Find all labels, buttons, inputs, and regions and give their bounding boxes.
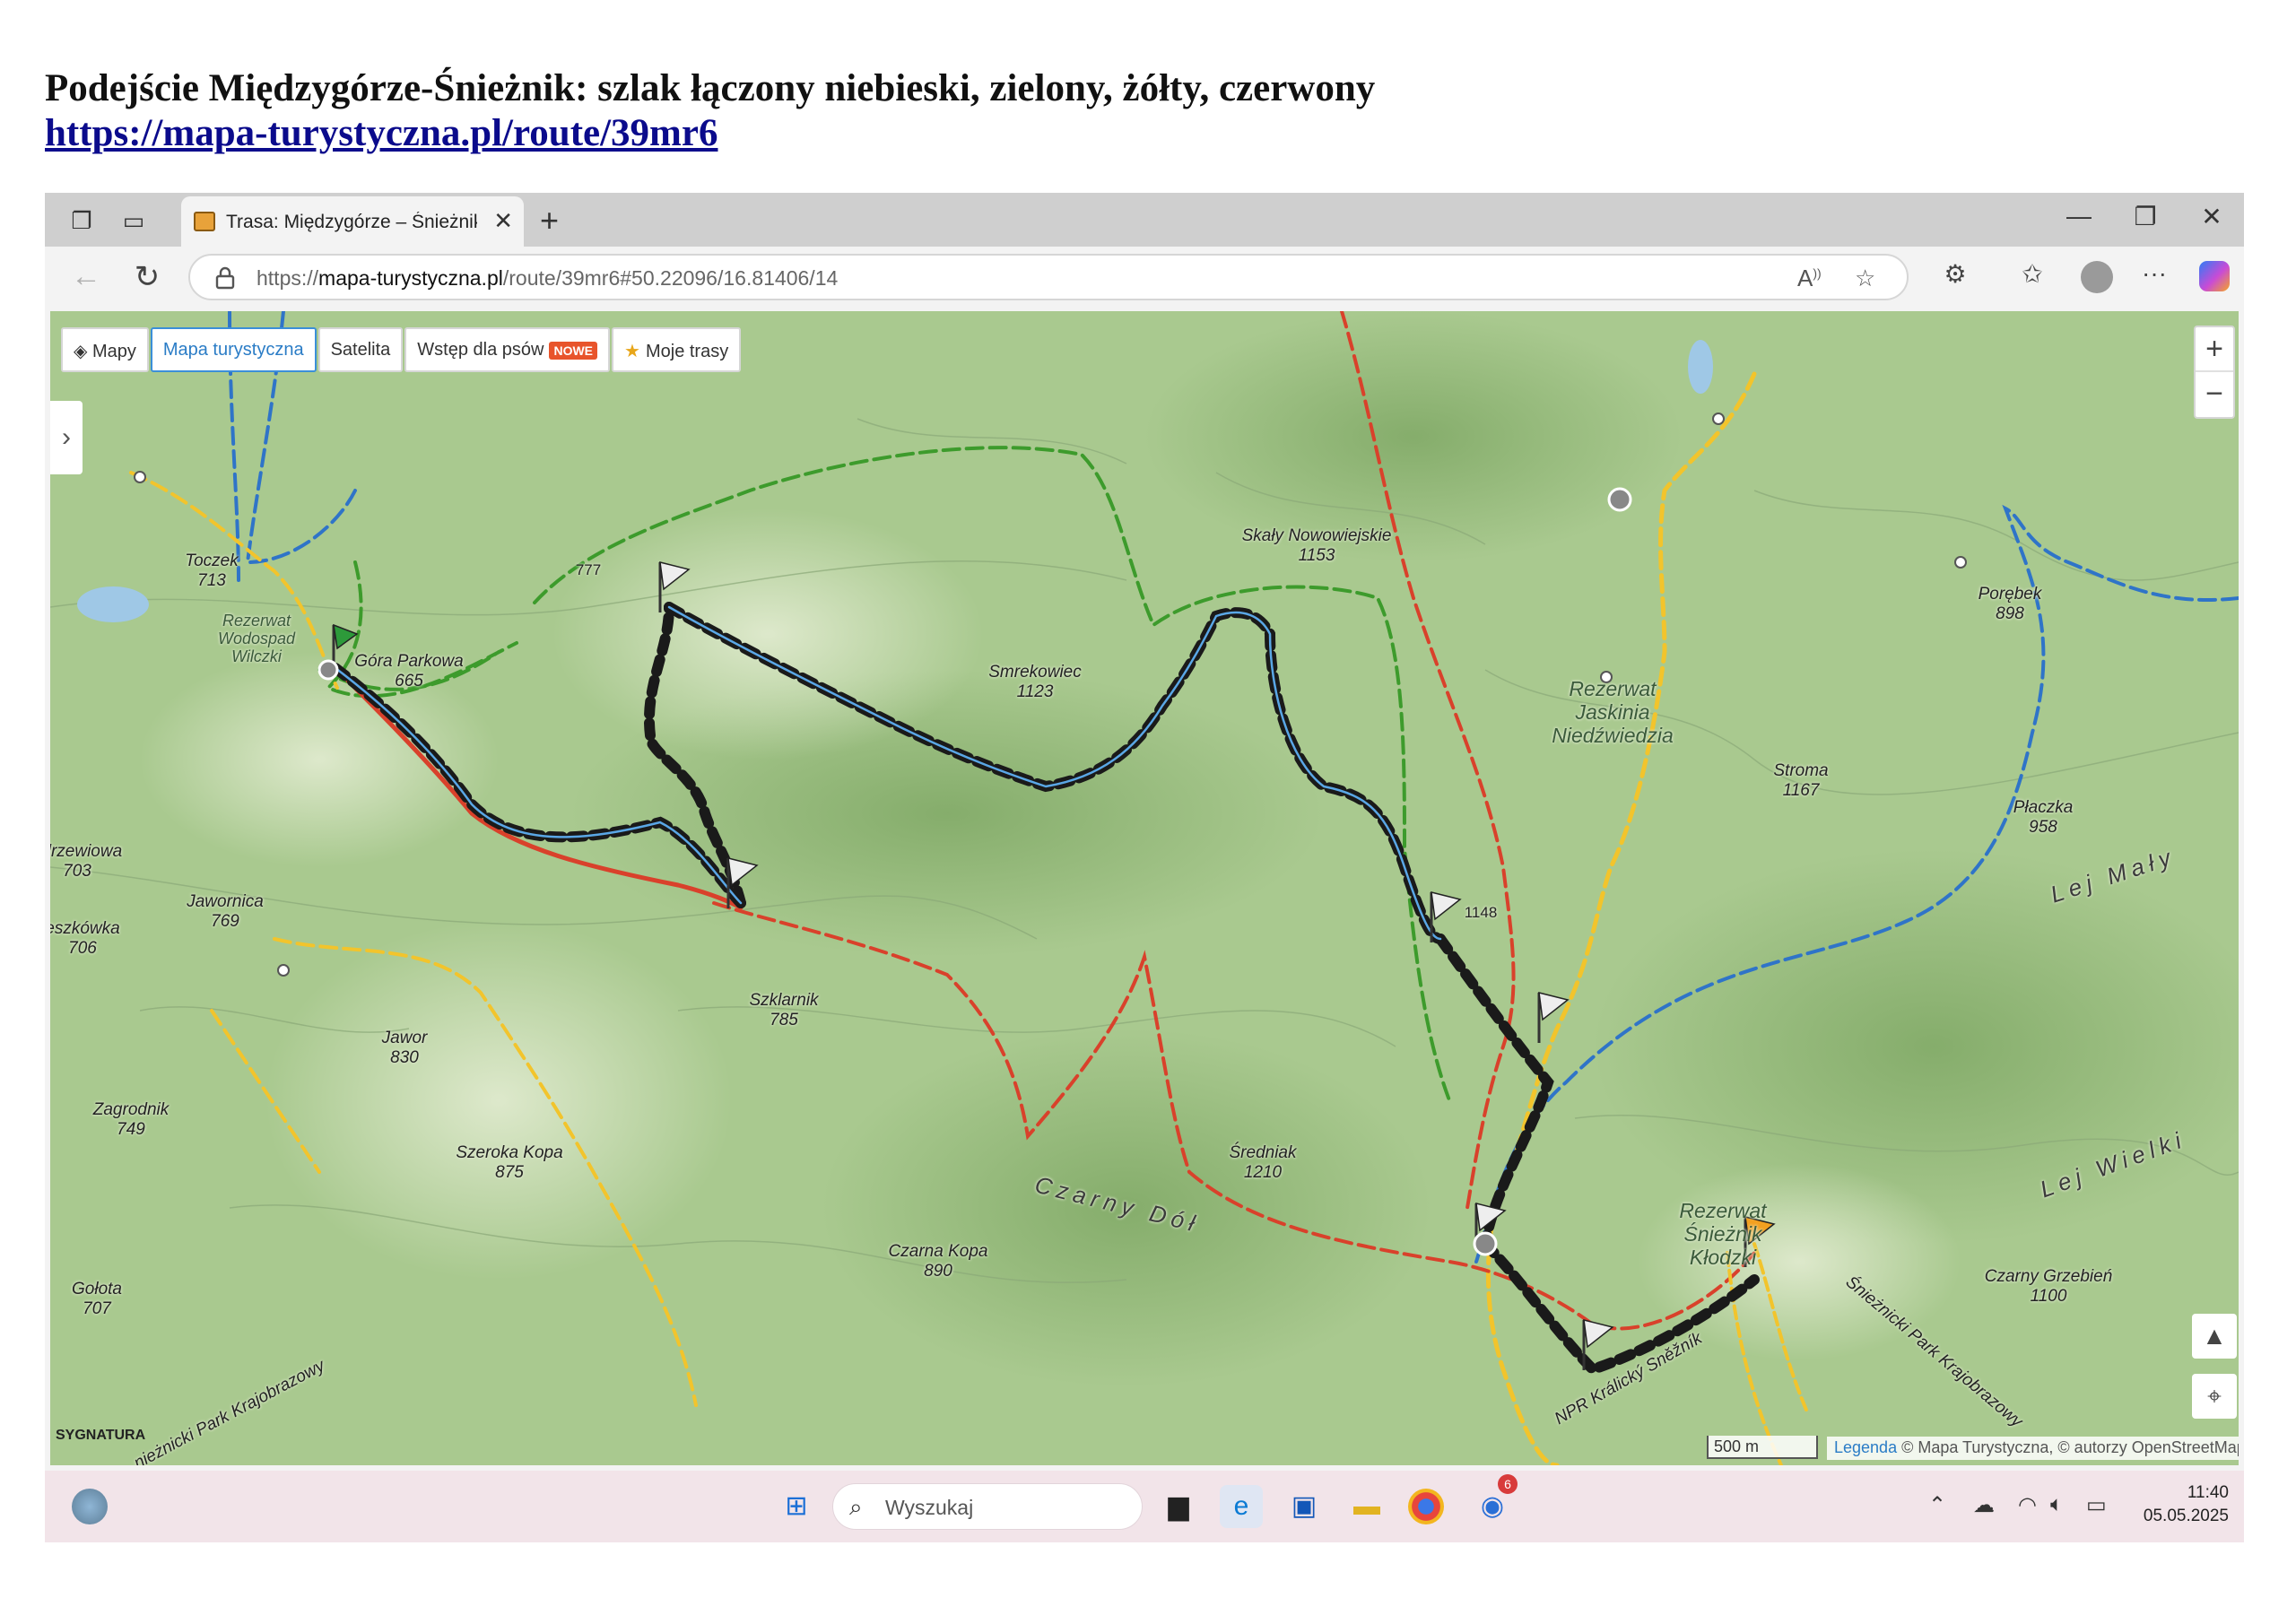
peak-label: 1148 [1464, 904, 1498, 921]
peak-label: Zagrodnik 749 [92, 1100, 170, 1139]
wifi-icon[interactable]: ◠ [2018, 1492, 2037, 1518]
onedrive-icon[interactable]: ☁ [1973, 1492, 1995, 1518]
zoom-out-button[interactable]: − [2196, 372, 2233, 417]
document-title: Podejście Międzygórze-Śnieżnik: szlak łą… [45, 67, 1376, 109]
zoom-in-button[interactable]: + [2196, 327, 2233, 372]
peak-label: Szeroka Kopa 875 [456, 1143, 563, 1182]
refresh-icon[interactable]: ↻ [129, 259, 165, 295]
terrain-light [265, 921, 732, 1280]
chevron-up-icon[interactable]: ⌃ [1928, 1492, 1946, 1518]
layer-dogs-button[interactable]: Wstęp dla psów NOWE [404, 327, 611, 372]
clock[interactable]: 11:40 05.05.2025 [2139, 1481, 2229, 1528]
terrain-light [552, 508, 983, 760]
window-close-icon[interactable]: ✕ [2194, 202, 2230, 231]
lake [77, 586, 149, 622]
peak-label: eszkówka 706 [50, 919, 120, 958]
peak-label: Średniak 1210 [1229, 1143, 1297, 1182]
peak-label: Toczek 713 [185, 551, 239, 590]
edge-icon[interactable]: e [1220, 1485, 1263, 1528]
peak-label: odrzewiowa703 [50, 842, 123, 881]
map-canvas[interactable]: Toczek 713 Rezerwat Wodospad Wilczki Góra P… [50, 311, 2239, 1465]
workspaces-icon[interactable]: ❐ [66, 205, 97, 236]
notification-badge: 6 [1498, 1474, 1518, 1494]
tab-strip: ❐ ▭ Trasa: Międzygórze – Śnieżnik | m ✕ … [45, 193, 2244, 247]
peak-label: Płaczka 958 [2013, 798, 2074, 837]
layer-tourist-button[interactable]: Mapa turystyczna [150, 327, 317, 372]
map-graphics [50, 311, 2239, 1465]
peak-label: Jawornica 769 [187, 892, 264, 931]
volume-icon[interactable]: 🔈︎ [2050, 1492, 2063, 1517]
peak-label: Skały Nowowiejskie 1153 [1241, 526, 1392, 565]
peak-label: Czarny Grzebień 1100 [1984, 1267, 2113, 1306]
lake [1688, 340, 1713, 394]
layers-icon: ◈ [74, 342, 92, 361]
favicon-icon [194, 212, 215, 231]
locate-icon[interactable]: ⌖ [2192, 1374, 2237, 1419]
star-icon: ★ [624, 342, 640, 361]
read-aloud-icon[interactable]: A)) [1797, 265, 1822, 292]
sidebar-expand-icon[interactable]: › [50, 401, 83, 474]
terrain-icon[interactable]: ▲ [2192, 1314, 2237, 1359]
close-icon[interactable]: ✕ [493, 207, 513, 235]
reserve-label: Rezerwat Jaskinia Niedźwiedzia [1552, 677, 1674, 747]
minimize-icon[interactable]: — [2061, 202, 2097, 230]
extensions-icon[interactable]: ⚙ [1937, 259, 1973, 289]
peak-label: Stroma 1167 [1773, 761, 1829, 800]
legend-link[interactable]: Legenda [1834, 1438, 1897, 1456]
zoom-control: + − [2194, 326, 2235, 419]
browser-toolbar: ← ↻ https://mapa-turystyczna.pl/route/39… [45, 247, 2244, 306]
chrome-icon[interactable] [1408, 1489, 1444, 1524]
restore-icon[interactable]: ❐ [2127, 202, 2163, 231]
reserve-label: Rezerwat Wodospad Wilczki [217, 612, 296, 665]
battery-icon[interactable]: ▭ [2086, 1492, 2107, 1518]
back-icon[interactable]: ← [68, 259, 104, 294]
url-text: https://mapa-turystyczna.pl/route/39mr6#… [257, 266, 839, 290]
reserve-label: Rezerwat Śnieżnik Kłodzki [1679, 1199, 1767, 1269]
peak-label: Czarna Kopa 890 [888, 1242, 988, 1281]
peak-label: Porębek 898 [1978, 585, 2042, 623]
weather-icon[interactable] [72, 1489, 108, 1524]
new-badge: NOWE [549, 342, 598, 360]
peak-label: Gołota 707 [72, 1280, 122, 1318]
terrain-shade [1593, 849, 2239, 1244]
lock-icon [215, 266, 235, 290]
layer-switcher: ◈ Mapy Mapa turystyczna Satelita Wstęp d… [61, 327, 742, 372]
new-tab-icon[interactable]: + [540, 202, 559, 239]
brand-logo: SYGNATURA [56, 1428, 146, 1443]
taskbar: ⊞ ⌕ Wyszukaj ▆ e ▣ ▬ ◉ 6 ⌃ ☁ ◠ 🔈︎ ▭ 11:4… [45, 1471, 2244, 1542]
peak-label: Jawor 830 [381, 1029, 428, 1067]
peak-label: Szklarnik 785 [749, 991, 819, 1029]
address-bar[interactable]: https://mapa-turystyczna.pl/route/39mr6#… [188, 254, 1909, 300]
layer-satellite-button[interactable]: Satelita [317, 327, 404, 372]
terrain-shade [1144, 311, 1683, 562]
scale-bar: 500 m [1707, 1436, 1818, 1459]
search-icon: ⌕ [849, 1493, 863, 1520]
copilot-icon[interactable] [2199, 261, 2230, 291]
favorites-icon[interactable]: ✩ [2014, 259, 2050, 289]
browser-screenshot: ❐ ▭ Trasa: Międzygórze – Śnieżnik | m ✕ … [45, 193, 2244, 1542]
store-icon[interactable]: ▣ [1283, 1485, 1326, 1528]
layer-maps-button[interactable]: ◈ Mapy [61, 327, 149, 372]
attribution: Legenda © Mapa Turystyczna, © autorzy Op… [1827, 1437, 2239, 1460]
active-tab[interactable]: Trasa: Międzygórze – Śnieżnik | m ✕ [181, 196, 524, 247]
profile-icon[interactable] [2081, 261, 2113, 293]
tab-actions-icon[interactable]: ▭ [118, 205, 149, 236]
task-view-icon[interactable]: ▆ [1157, 1485, 1200, 1528]
peak-label: Góra Parkowa 665 [354, 652, 464, 690]
windows-start-icon[interactable]: ⊞ [775, 1485, 818, 1528]
peak-label: 777 [575, 561, 602, 578]
more-icon[interactable]: ··· [2136, 259, 2172, 288]
taskbar-search[interactable]: ⌕ Wyszukaj [832, 1483, 1143, 1530]
favorite-star-icon[interactable]: ☆ [1855, 265, 1875, 292]
file-explorer-icon[interactable]: ▬ [1345, 1485, 1388, 1528]
route-link[interactable]: https://mapa-turystyczna.pl/route/39mr6 [45, 111, 718, 155]
peak-label: Smrekowiec 1123 [988, 663, 1082, 701]
my-routes-button[interactable]: ★ Moje trasy [612, 327, 742, 372]
tab-title: Trasa: Międzygórze – Śnieżnik | m [226, 212, 477, 232]
